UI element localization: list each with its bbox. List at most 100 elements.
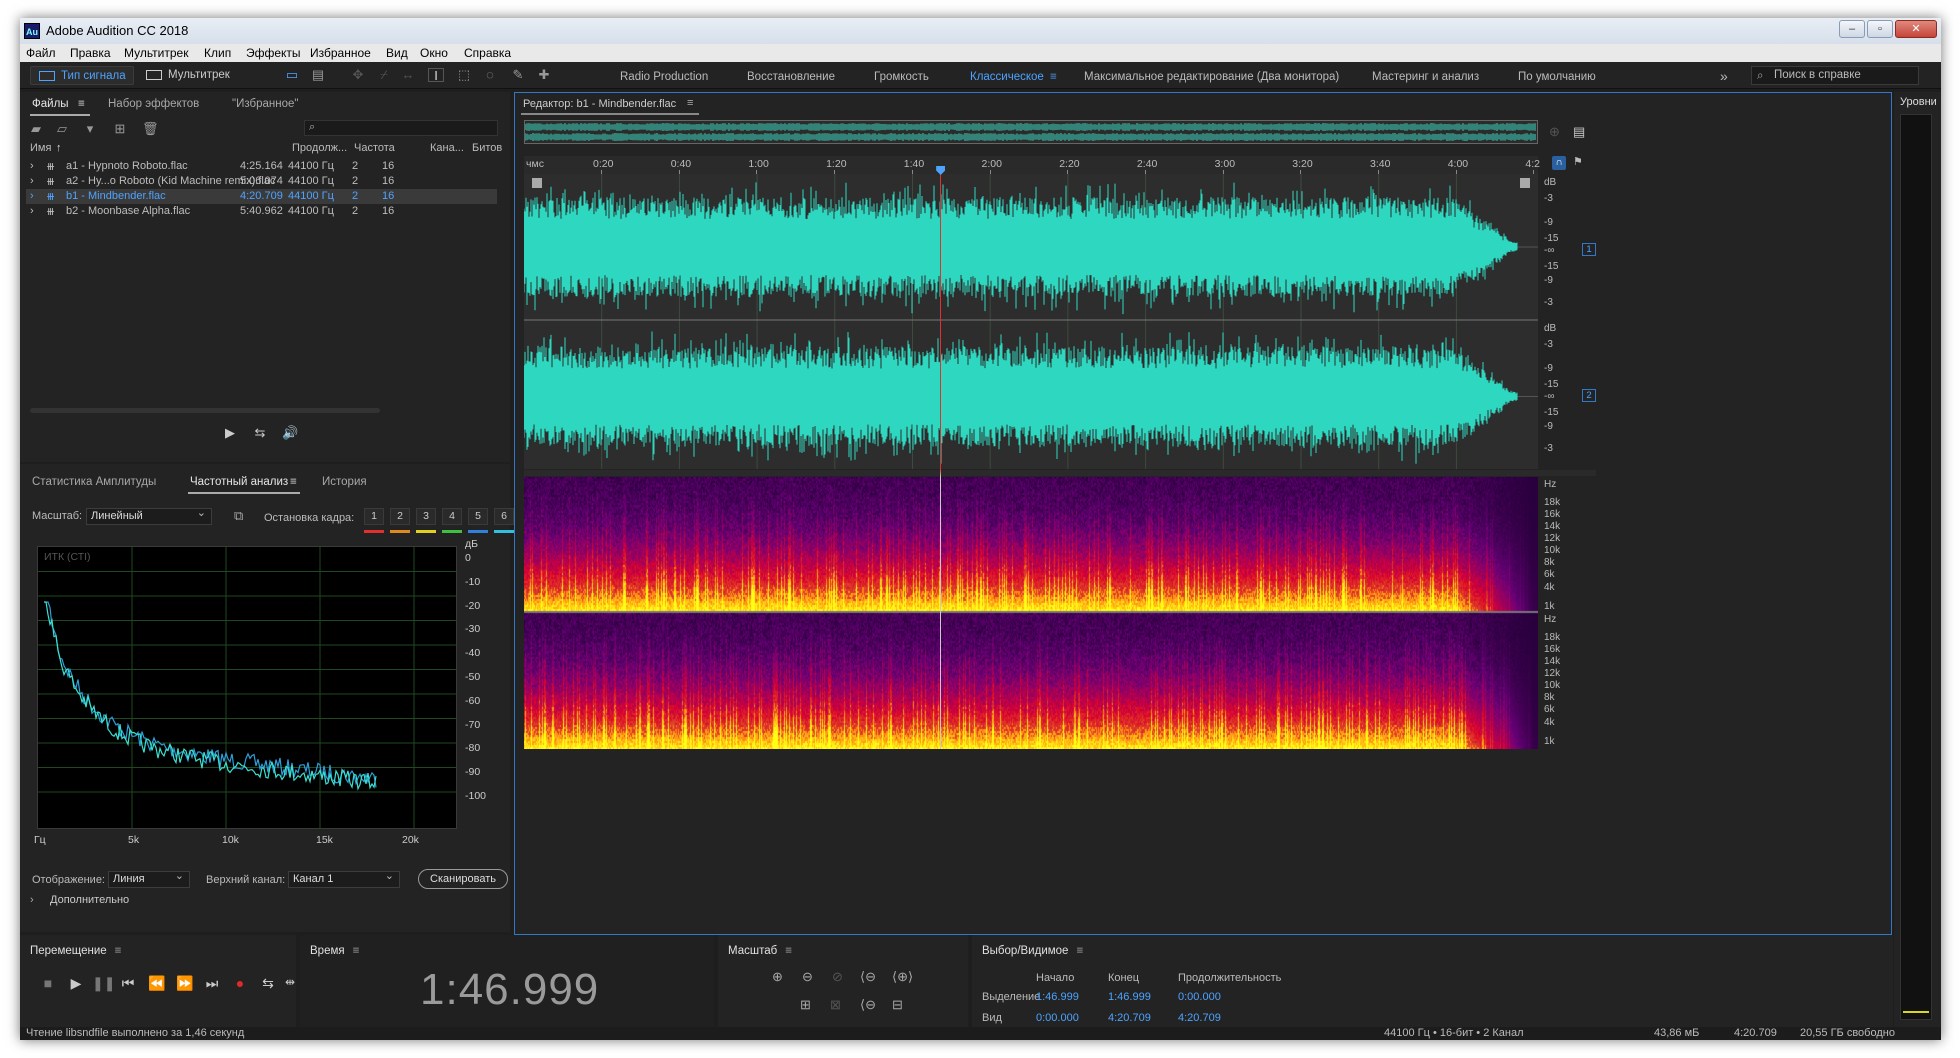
move-tool-icon[interactable]: ✥ — [350, 68, 366, 82]
minimize-button[interactable]: – — [1839, 20, 1865, 38]
workspace-default[interactable]: По умолчанию — [1518, 71, 1596, 83]
pause-icon[interactable]: ❚❚ — [92, 975, 115, 992]
expand-arrow-icon[interactable]: › — [30, 160, 34, 172]
snap-icon[interactable]: ∩ — [1552, 156, 1566, 170]
col-bits[interactable]: Битов — [472, 142, 502, 154]
freeze-button-3[interactable]: 3 — [416, 508, 436, 525]
editor-menu-icon[interactable]: ≡ — [687, 97, 693, 109]
tab-favorites[interactable]: "Избранное" — [232, 98, 298, 110]
waveform-view-button[interactable]: Тип сигнала — [30, 66, 134, 85]
lasso-tool-icon[interactable]: ◌ — [482, 68, 498, 82]
channel-2-badge[interactable]: 2 — [1582, 389, 1596, 402]
more-workspaces-icon[interactable]: » — [1720, 68, 1728, 84]
fade-out-handle[interactable] — [1520, 178, 1530, 188]
col-name[interactable]: Имя — [30, 142, 51, 154]
files-panel-menu-icon[interactable]: ≡ — [78, 98, 85, 110]
view-start-field[interactable]: 0:00.000 — [1036, 1012, 1079, 1024]
play-icon[interactable]: ▶ — [68, 975, 84, 992]
autoplay-icon[interactable]: 🔊 — [282, 426, 298, 440]
time-menu-icon[interactable]: ≡ — [353, 945, 360, 957]
slip-tool-icon[interactable]: ↔ — [400, 68, 416, 82]
freeze-button-4[interactable]: 4 — [442, 508, 462, 525]
multitrack-view-button[interactable]: Мультитрек — [138, 66, 238, 85]
menu-effects[interactable]: Эффекты — [246, 46, 301, 60]
loop-icon[interactable]: ⇆ — [252, 426, 268, 440]
pitch-display-icon[interactable]: ▤ — [310, 68, 326, 82]
zoom-in-time-icon[interactable]: ⊞ — [800, 997, 811, 1013]
freeze-button-1[interactable]: 1 — [364, 508, 384, 525]
transport-menu-icon[interactable]: ≡ — [115, 945, 122, 957]
expand-arrow-icon[interactable]: › — [30, 205, 34, 217]
workspace-classic[interactable]: Классическое — [970, 71, 1044, 83]
files-scrollbar[interactable] — [30, 408, 380, 413]
zoom-out-amplitude-icon[interactable]: ⊖ — [802, 969, 813, 985]
menu-clip[interactable]: Клип — [204, 46, 231, 60]
marker-icon[interactable]: ⚑ — [1573, 155, 1583, 168]
file-row[interactable]: › ⧻ b1 - Mindbender.flac 4:20.709 44100 Гц 2 1… — [26, 189, 497, 204]
razor-tool-icon[interactable]: ⌿ — [376, 68, 392, 82]
zoom-selection-icon[interactable]: ⟨⊕⟩ — [892, 969, 913, 985]
expand-arrow-icon[interactable]: › — [30, 190, 34, 202]
menu-edit[interactable]: Правка — [70, 46, 111, 60]
menu-file[interactable]: Файл — [26, 46, 56, 60]
channel-1-badge[interactable]: 1 — [1582, 243, 1596, 256]
new-file-icon[interactable]: ▾ — [82, 122, 98, 136]
selection-duration-field[interactable]: 0:00.000 — [1178, 991, 1221, 1003]
tab-frequency-analysis[interactable]: Частотный анализ — [190, 476, 288, 488]
go-to-start-icon[interactable]: ⏮ — [120, 975, 136, 992]
maximize-button[interactable]: ▫ — [1867, 20, 1893, 38]
menu-multitrack[interactable]: Мультитрек — [124, 46, 188, 60]
zoom-full-icon[interactable]: ⊠ — [830, 997, 841, 1013]
workspace-loudness[interactable]: Громкость — [874, 71, 929, 83]
display-select[interactable]: Линия — [108, 869, 190, 888]
go-to-end-icon[interactable]: ⏭ — [204, 975, 220, 992]
channel-select[interactable]: Канал 1 — [288, 869, 400, 888]
spectral-display-icon[interactable]: ▭ — [284, 68, 300, 82]
workspace-radio-production[interactable]: Radio Production — [620, 71, 708, 83]
close-button[interactable]: ✕ — [1895, 20, 1937, 38]
advanced-toggle[interactable]: Дополнительно — [50, 894, 129, 906]
expand-chevron-icon[interactable]: › — [30, 894, 34, 906]
analysis-panel-menu-icon[interactable]: ≡ — [290, 476, 297, 488]
spectral-divider[interactable] — [524, 470, 1596, 476]
tab-files[interactable]: Файлы — [32, 98, 69, 110]
spot-healing-icon[interactable]: ✚ — [536, 68, 552, 82]
freeze-button-2[interactable]: 2 — [390, 508, 410, 525]
stop-icon[interactable]: ■ — [40, 975, 56, 991]
files-search-input[interactable]: ⌕ — [304, 120, 498, 136]
menu-favorites[interactable]: Избранное — [310, 46, 371, 60]
workspace-max-editing[interactable]: Максимальное редактирование (Два монитор… — [1084, 71, 1339, 83]
workspace-mastering[interactable]: Мастеринг и анализ — [1372, 71, 1479, 83]
col-duration[interactable]: Продолж... — [292, 142, 347, 154]
play-icon[interactable]: ▶ — [222, 426, 238, 440]
freeze-button-6[interactable]: 6 — [494, 508, 514, 525]
spectral-display[interactable] — [524, 477, 1538, 749]
capture-icon[interactable]: ⧉ — [234, 508, 243, 524]
import-file-icon[interactable]: ▱ — [54, 122, 70, 136]
workspace-restoration[interactable]: Восстановление — [747, 71, 835, 83]
zoom-to-selection-icon[interactable]: ⊕ — [1549, 124, 1560, 140]
zoom-out-time-icon[interactable]: ⟨⊖ — [860, 997, 876, 1013]
menu-view[interactable]: Вид — [386, 46, 408, 60]
help-search-input[interactable]: ⌕ Поиск в справке — [1751, 66, 1919, 85]
col-rate[interactable]: Частота — [354, 142, 395, 154]
loop-playback-icon[interactable]: ⇆ — [260, 975, 276, 992]
menu-window[interactable]: Окно — [420, 46, 448, 60]
zoom-in-out-point-icon[interactable]: ⊘ — [832, 969, 843, 985]
marquee-tool-icon[interactable]: ⬚ — [456, 68, 472, 82]
insert-multitrack-icon[interactable]: ⊞ — [112, 122, 128, 136]
brush-tool-icon[interactable]: ✎ — [510, 68, 526, 82]
zoom-reset-icon[interactable]: ⊟ — [892, 997, 903, 1013]
workspace-menu-icon[interactable]: ≡ — [1050, 71, 1057, 83]
scale-select[interactable]: Линейный — [86, 506, 212, 525]
delete-icon[interactable]: 🗑 — [142, 122, 159, 136]
file-row[interactable]: › ⧻ a2 - Hy...o Roboto (Kid Machine remix)… — [26, 174, 497, 189]
selection-start-field[interactable]: 1:46.999 — [1036, 991, 1079, 1003]
skip-selection-icon[interactable]: ⇹ — [282, 975, 298, 989]
scan-button[interactable]: Сканировать — [418, 869, 508, 889]
time-selection-tool-icon[interactable]: I — [428, 68, 444, 83]
expand-arrow-icon[interactable]: › — [30, 175, 34, 187]
tab-effects-rack[interactable]: Набор эффектов — [108, 98, 199, 110]
zoom-in-amplitude-icon[interactable]: ⊕ — [772, 969, 783, 985]
zoom-out-point-icon[interactable]: ⟨⊖ — [860, 969, 876, 985]
